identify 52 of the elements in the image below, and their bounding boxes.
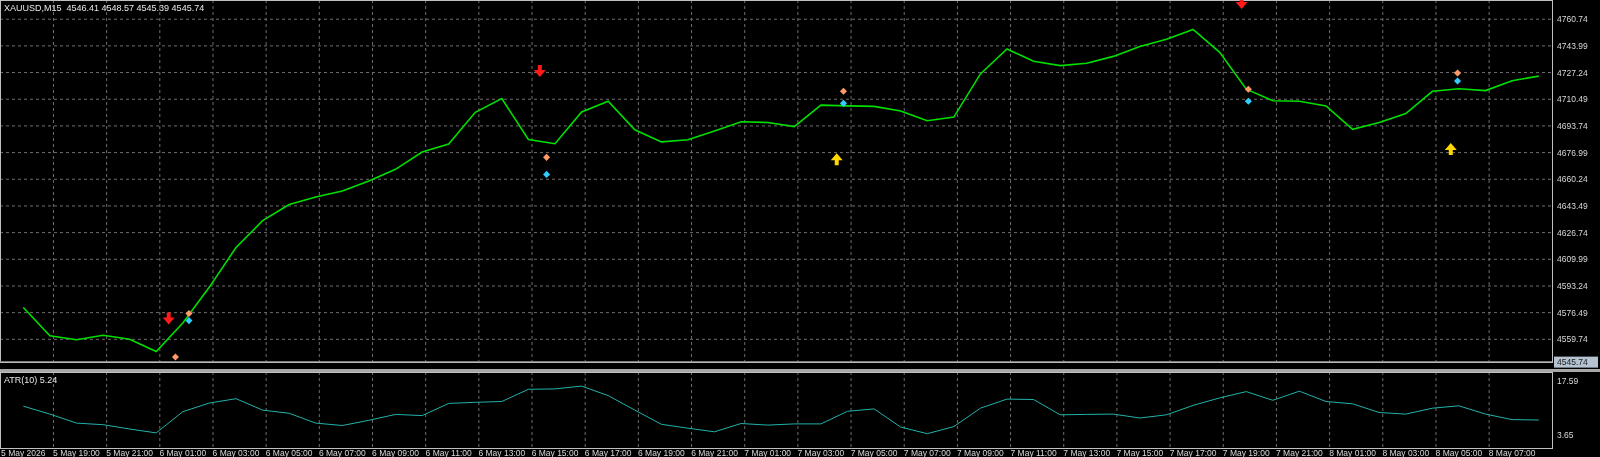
time-axis-label: 5 May 2026 [1, 448, 46, 457]
time-axis-label: 6 May 09:00 [372, 448, 419, 457]
price-axis-label: 4576.49 [1557, 307, 1588, 318]
time-axis-label: 7 May 19:00 [1222, 448, 1270, 457]
time-axis-label: 6 May 15:00 [531, 448, 579, 457]
time-axis-label: 7 May 17:00 [1169, 448, 1217, 457]
time-axis-label: 7 May 01:00 [744, 448, 792, 457]
time-axis-label: 6 May 05:00 [265, 448, 313, 457]
time-axis-label: 5 May 19:00 [53, 448, 100, 457]
price-axis-label: 4559.74 [1557, 334, 1588, 345]
down-arrow-icon [533, 64, 546, 77]
price-axis-label: 4643.49 [1557, 200, 1588, 211]
price-axis-label: 4727.24 [1557, 67, 1588, 78]
time-axis-label: 8 May 07:00 [1488, 448, 1536, 457]
down-arrow-icon [1235, 0, 1248, 9]
chart-title: XAUUSD,M15 4546.41 4548.57 4545.39 4545.74 [4, 3, 205, 13]
time-axis-label: 8 May 03:00 [1382, 448, 1430, 457]
time-axis-label: 6 May 11:00 [425, 448, 472, 457]
time-axis-label: 7 May 09:00 [957, 448, 1004, 457]
time-axis-label: 6 May 17:00 [584, 448, 632, 457]
indicator-title: ATR(10) 5.24 [4, 375, 58, 385]
price-axis-label: 4743.99 [1557, 40, 1588, 51]
indicator-axis-label: 3.65 [1557, 430, 1574, 441]
time-axis-label: 7 May 05:00 [850, 448, 898, 457]
time-axis-label: 6 May 07:00 [318, 448, 366, 457]
time-axis-label: 6 May 01:00 [159, 448, 207, 457]
time-axis-label: 7 May 13:00 [1063, 448, 1111, 457]
up-arrow-icon [830, 153, 843, 166]
time-axis-label: 7 May 07:00 [903, 448, 951, 457]
price-axis-label: 4693.74 [1557, 120, 1588, 131]
price-axis-label: 4626.74 [1557, 227, 1588, 238]
time-axis-label: 8 May 05:00 [1435, 448, 1483, 457]
price-axis-label: 4676.99 [1557, 147, 1588, 158]
time-axis-label: 6 May 19:00 [637, 448, 685, 457]
price-axis-label: 4760.74 [1557, 14, 1588, 25]
time-axis-label: 6 May 21:00 [691, 448, 738, 457]
time-axis-label: 5 May 21:00 [106, 448, 154, 457]
price-axis-label: 4593.24 [1557, 280, 1588, 291]
down-arrow-icon [162, 312, 175, 325]
time-axis-label: 7 May 11:00 [1010, 448, 1057, 457]
time-axis-label: 7 May 03:00 [797, 448, 845, 457]
price-axis-label: 4609.99 [1557, 254, 1588, 265]
time-axis-label: 6 May 03:00 [212, 448, 260, 457]
up-arrow-icon [1444, 143, 1457, 155]
time-axis-label: 8 May 01:00 [1329, 448, 1376, 457]
price-axis-label: 4660.24 [1557, 174, 1588, 185]
time-axis-label: 7 May 15:00 [1116, 448, 1164, 457]
time-axis-label: 7 May 21:00 [1276, 448, 1323, 457]
current-price-tag: 4545.74 [1554, 356, 1598, 368]
indicator-axis-label: 17.59 [1557, 375, 1579, 386]
time-axis-label: 6 May 13:00 [478, 448, 526, 457]
price-axis-label: 4710.49 [1557, 94, 1588, 105]
